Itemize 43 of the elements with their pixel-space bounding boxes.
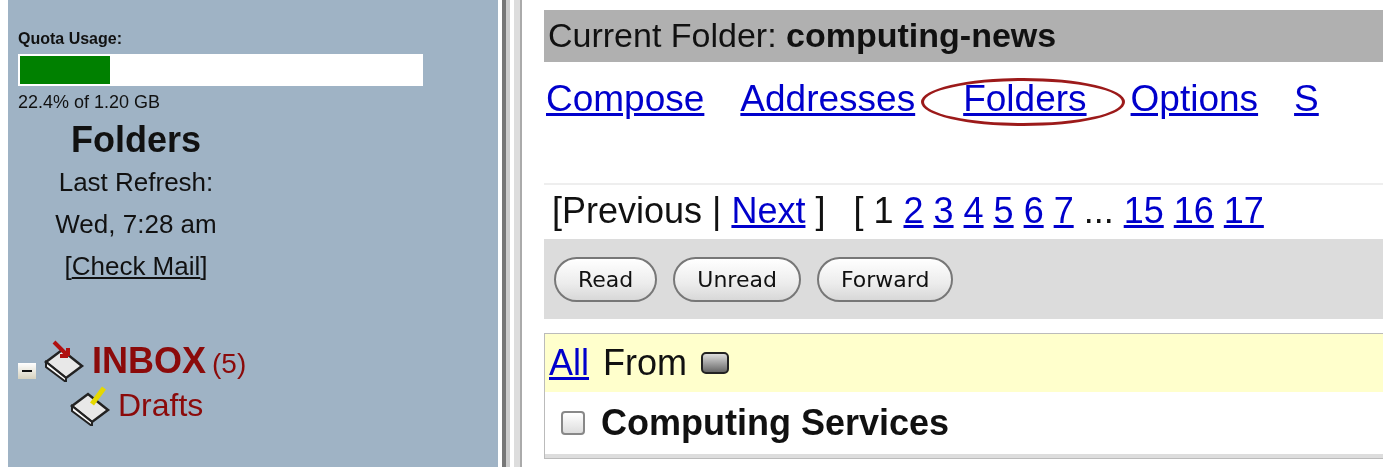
column-header: From	[603, 342, 687, 384]
folder-link[interactable]: Drafts	[118, 386, 204, 424]
refresh-label: Last Refresh:	[57, 166, 215, 199]
row-checkbox[interactable]	[561, 411, 585, 435]
pager-text: [ 1	[853, 190, 894, 232]
folder-link[interactable]: INBOX	[92, 340, 206, 382]
current-folder-label: Current Folder:	[548, 16, 777, 54]
page-link[interactable]: 6	[1023, 190, 1044, 232]
page-link[interactable]: 4	[963, 190, 984, 232]
sort-icon[interactable]	[701, 352, 729, 374]
unread-count: (5)	[212, 348, 247, 380]
quota-reading: 22.4% of 1.20 GB	[18, 92, 162, 113]
page-link[interactable]: 2	[903, 190, 924, 232]
folders-title: Folders	[70, 119, 202, 161]
sender-name: Computing Services	[601, 402, 950, 444]
bracket-text: [	[64, 251, 72, 281]
pager-text: [Previous |	[552, 190, 722, 232]
nav-link[interactable]: S	[1294, 78, 1319, 119]
action-button[interactable]: Read	[554, 256, 658, 302]
page-link[interactable]: 3	[933, 190, 954, 232]
pager-text: ...	[1083, 190, 1114, 232]
refresh-time: Wed, 7:28 am	[54, 208, 218, 241]
nav-link[interactable]: Folders	[963, 78, 1087, 119]
quota-label: Quota Usage:	[18, 30, 123, 48]
page-link[interactable]: 5	[993, 190, 1014, 232]
drafts-tray-icon	[68, 384, 112, 426]
action-button[interactable]: Unread	[673, 256, 801, 302]
nav-link[interactable]: Options	[1130, 78, 1259, 119]
page-link[interactable]: 7	[1053, 190, 1074, 232]
select-all-link[interactable]: All	[549, 342, 589, 384]
bracket-text: ]	[200, 251, 208, 281]
inbox-tray-icon	[42, 340, 86, 382]
check-mail-link[interactable]: Check Mail	[71, 251, 201, 281]
page-link[interactable]: 16	[1173, 190, 1214, 232]
nav-link[interactable]: Addresses	[740, 78, 916, 119]
collapse-icon[interactable]	[18, 363, 36, 379]
page-link[interactable]: 17	[1223, 190, 1264, 232]
nav-link[interactable]: Compose	[546, 78, 705, 119]
page-link[interactable]: 15	[1123, 190, 1164, 232]
page-link[interactable]: Next	[731, 190, 806, 232]
action-button[interactable]: Forward	[816, 256, 954, 302]
pager-text: ]	[815, 190, 826, 232]
current-folder-name: computing-news	[786, 16, 1057, 54]
